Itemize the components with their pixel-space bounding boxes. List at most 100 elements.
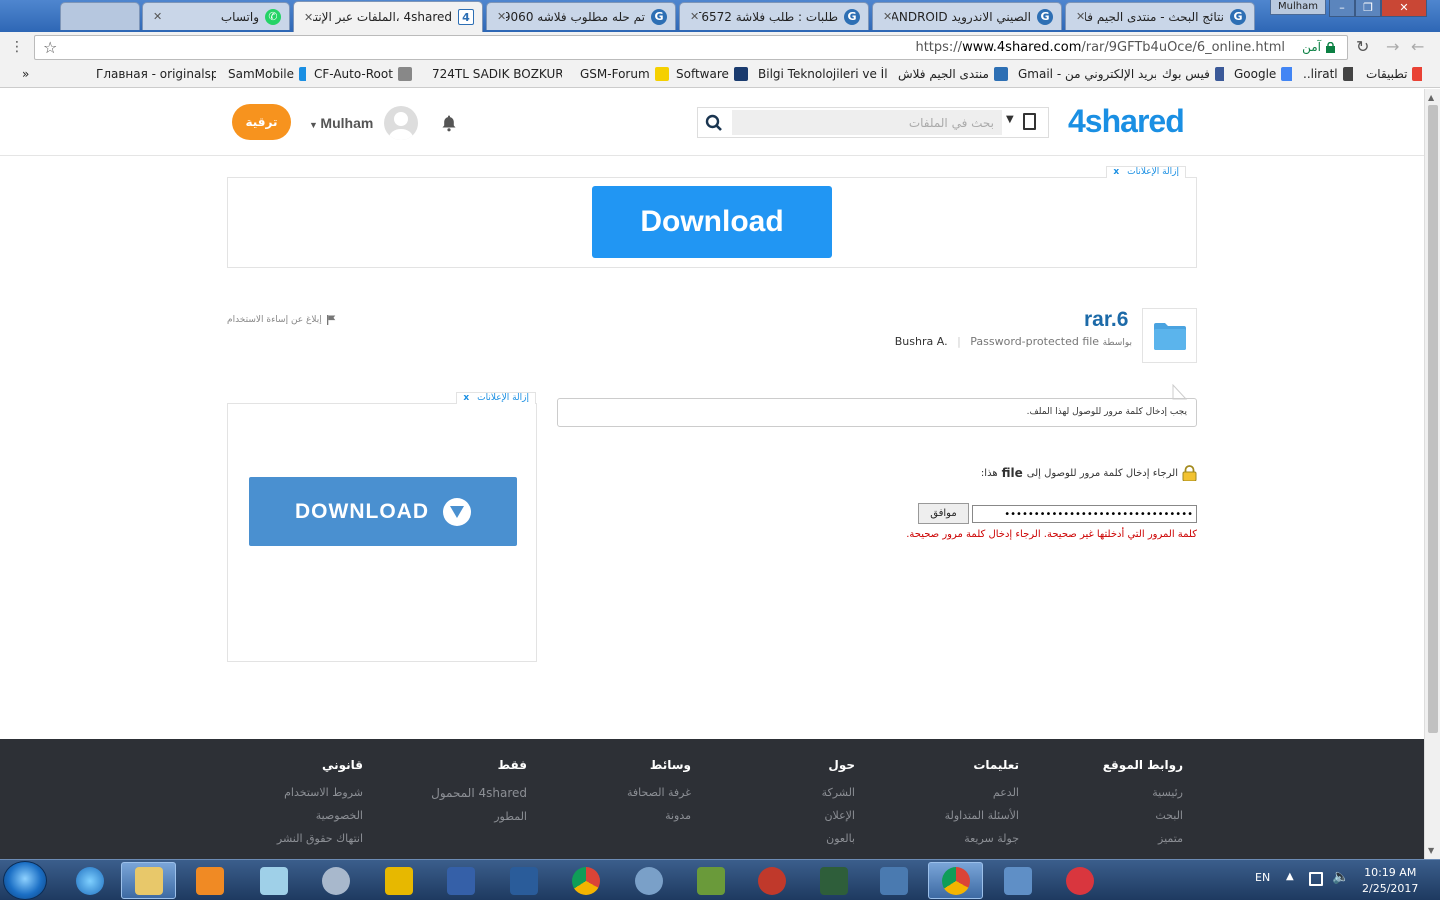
footer-link[interactable]: بالعون (715, 832, 855, 845)
bookmark-item[interactable]: GSM-Forum (580, 67, 672, 81)
close-window-button[interactable]: ✕ (1381, 0, 1427, 17)
search-button[interactable] (698, 108, 730, 137)
avatar[interactable] (384, 106, 418, 140)
start-button[interactable] (3, 861, 47, 900)
satellite-tool-icon[interactable] (433, 862, 488, 899)
maximize-button[interactable]: ❐ (1355, 0, 1381, 17)
remove-ads-link[interactable]: إزالة الإعلانات x (456, 392, 536, 404)
tab-forum-2[interactable]: G طلبات : طلب فلاشة MT6572 ✕ (679, 2, 869, 30)
bookmark-item[interactable]: Главная - originalspa (96, 67, 216, 81)
upgrade-button[interactable]: ترقية (232, 104, 291, 140)
tab-forum-1[interactable]: G تم حله مطلوب فلاشه i9060 كو ✕ (486, 2, 676, 30)
tray-expand-icon[interactable]: ▲ (1286, 871, 1294, 882)
bookmark-item[interactable]: بريد الإلكتروني من - Gmail (1018, 67, 1156, 81)
footer-link[interactable]: الشركة (715, 786, 855, 799)
footer-link[interactable]: غرفة الصحافة (551, 786, 691, 799)
reload-icon[interactable]: ↻ (1356, 37, 1369, 56)
site-logo[interactable]: 4shared (1068, 103, 1185, 140)
bookmark-item[interactable]: تطبيقات (1366, 67, 1422, 81)
bookmark-item[interactable]: فيس بوك (1162, 67, 1224, 81)
notification-bell-icon[interactable] (441, 114, 457, 132)
footer-link[interactable]: 4shared المحمول (387, 786, 527, 800)
scrollbar-thumb[interactable] (1428, 105, 1438, 733)
bookmark-item[interactable]: SamMobile (228, 67, 306, 81)
forward-icon[interactable]: ← (1411, 37, 1424, 56)
tab-close-icon[interactable]: ✕ (881, 10, 892, 23)
user-menu[interactable]: ▼ Mulham (309, 115, 373, 131)
mtk-tool-icon[interactable] (744, 862, 799, 899)
tab-close-icon[interactable]: ✕ (302, 11, 313, 24)
footer-link[interactable]: انتهاك حقوق النشر (223, 832, 363, 845)
scroll-down-icon[interactable]: ▼ (1428, 846, 1434, 855)
chrome-active-icon[interactable] (928, 862, 983, 899)
tool-gear-icon[interactable] (621, 862, 676, 899)
tab-4shared[interactable]: 4 4shared ،الملفات عبر الإنترنت ✕ (293, 1, 483, 32)
report-abuse-link[interactable]: إبلاغ عن إساءة الاستخدام (227, 315, 336, 325)
tab-close-icon[interactable]: ✕ (495, 10, 506, 23)
bookmark-item[interactable]: منتدى الجيم فلاش (898, 67, 1008, 81)
settings-gear-icon[interactable] (308, 862, 363, 899)
new-tab-button[interactable] (60, 2, 140, 30)
file-type-dropdown-chevron-icon[interactable]: ▼ (1006, 114, 1014, 125)
network-icon[interactable] (1309, 872, 1323, 886)
footer-link[interactable]: رئيسية (1043, 786, 1183, 799)
address-bar[interactable]: ☆ https://www.4shared.com/rar/9GFTb4uOce… (34, 35, 1348, 60)
minimize-button[interactable]: – (1329, 0, 1355, 17)
tab-forum-3[interactable]: G الصيني الاندرويد ANDROID ✕ (872, 2, 1062, 30)
bookmark-star-icon[interactable]: ☆ (43, 38, 57, 57)
close-icon[interactable]: x (1113, 167, 1119, 177)
downloader-icon[interactable] (990, 862, 1045, 899)
bookmarks-overflow-icon[interactable]: » (22, 67, 29, 81)
bookmark-item[interactable]: Google (1234, 67, 1292, 81)
remove-ads-link[interactable]: إزالة الإعلانات x (1106, 166, 1186, 178)
footer-link[interactable]: متميز (1043, 832, 1183, 845)
password-input[interactable] (972, 505, 1197, 523)
bookmark-item[interactable]: liratl.. (1303, 67, 1353, 81)
site-header: 4shared ▼ ▼ Mulham ترقية (0, 89, 1424, 156)
bookmark-item[interactable]: CF-Auto-Root (314, 67, 412, 81)
profile-name-badge[interactable]: Mulham (1270, 0, 1326, 15)
footer-link[interactable]: مدونة (551, 809, 691, 822)
footer-link[interactable]: شروط الاستخدام (223, 786, 363, 799)
password-submit-button[interactable]: موافق (918, 503, 969, 524)
tab-close-icon[interactable]: ✕ (151, 10, 162, 23)
close-icon[interactable]: x (463, 393, 469, 403)
file-owner-link[interactable]: Bushra A. (895, 335, 948, 348)
quran-app-icon[interactable] (806, 862, 861, 899)
internet-explorer-icon[interactable] (62, 862, 117, 899)
file-type-document-icon[interactable] (1023, 113, 1036, 130)
system-clock[interactable]: 10:19 AM 2/25/2017 (1362, 865, 1418, 897)
footer-link[interactable]: الدعم (879, 786, 1019, 799)
tab-close-icon[interactable]: ✕ (688, 10, 699, 23)
flash-tool-icon[interactable] (371, 862, 426, 899)
ad-download-button[interactable]: Download (592, 186, 832, 258)
android-tool-icon[interactable] (683, 862, 738, 899)
chrome-icon[interactable] (558, 862, 613, 899)
page-scrollbar[interactable]: ▲ ▼ (1424, 89, 1440, 859)
tab-close-icon[interactable]: ✕ (1074, 10, 1085, 23)
file-explorer-icon[interactable] (121, 862, 176, 899)
search-input[interactable] (732, 110, 1002, 135)
ad-side-download-button[interactable]: DOWNLOAD (249, 477, 517, 546)
tab-forum-4[interactable]: G نتائج البحث - منتدى الجيم فلاش ✕ (1065, 2, 1255, 30)
scroll-up-icon[interactable]: ▲ (1428, 93, 1434, 102)
bookmark-item[interactable]: 724TL SADIK BOZKUR (432, 67, 562, 81)
notepad-icon[interactable] (246, 862, 301, 899)
tab-whatsapp[interactable]: ✆ واتساب ✕ (142, 2, 290, 30)
psiphon-icon[interactable] (1052, 862, 1107, 899)
footer-link[interactable]: الإعلان (715, 809, 855, 822)
bookmark-item[interactable]: Software (676, 67, 750, 81)
footer-link[interactable]: الخصوصية (223, 809, 363, 822)
back-icon[interactable]: → (1386, 37, 1399, 56)
footer-link[interactable]: البحث (1043, 809, 1183, 822)
language-indicator[interactable]: EN (1255, 871, 1270, 884)
footer-link[interactable]: الأسئلة المتداولة (879, 809, 1019, 822)
anchor-app-icon[interactable] (496, 862, 551, 899)
menu-icon[interactable]: ⋮ (10, 39, 24, 55)
footer-link[interactable]: جولة سريعة (879, 832, 1019, 845)
footer-link[interactable]: المطور (387, 810, 527, 823)
mtk-droid-icon[interactable] (866, 862, 921, 899)
media-player-icon[interactable] (182, 862, 237, 899)
bookmark-item[interactable]: Bilgi Teknolojileri ve İl (758, 67, 888, 81)
volume-icon[interactable]: 🔈 (1332, 869, 1349, 885)
